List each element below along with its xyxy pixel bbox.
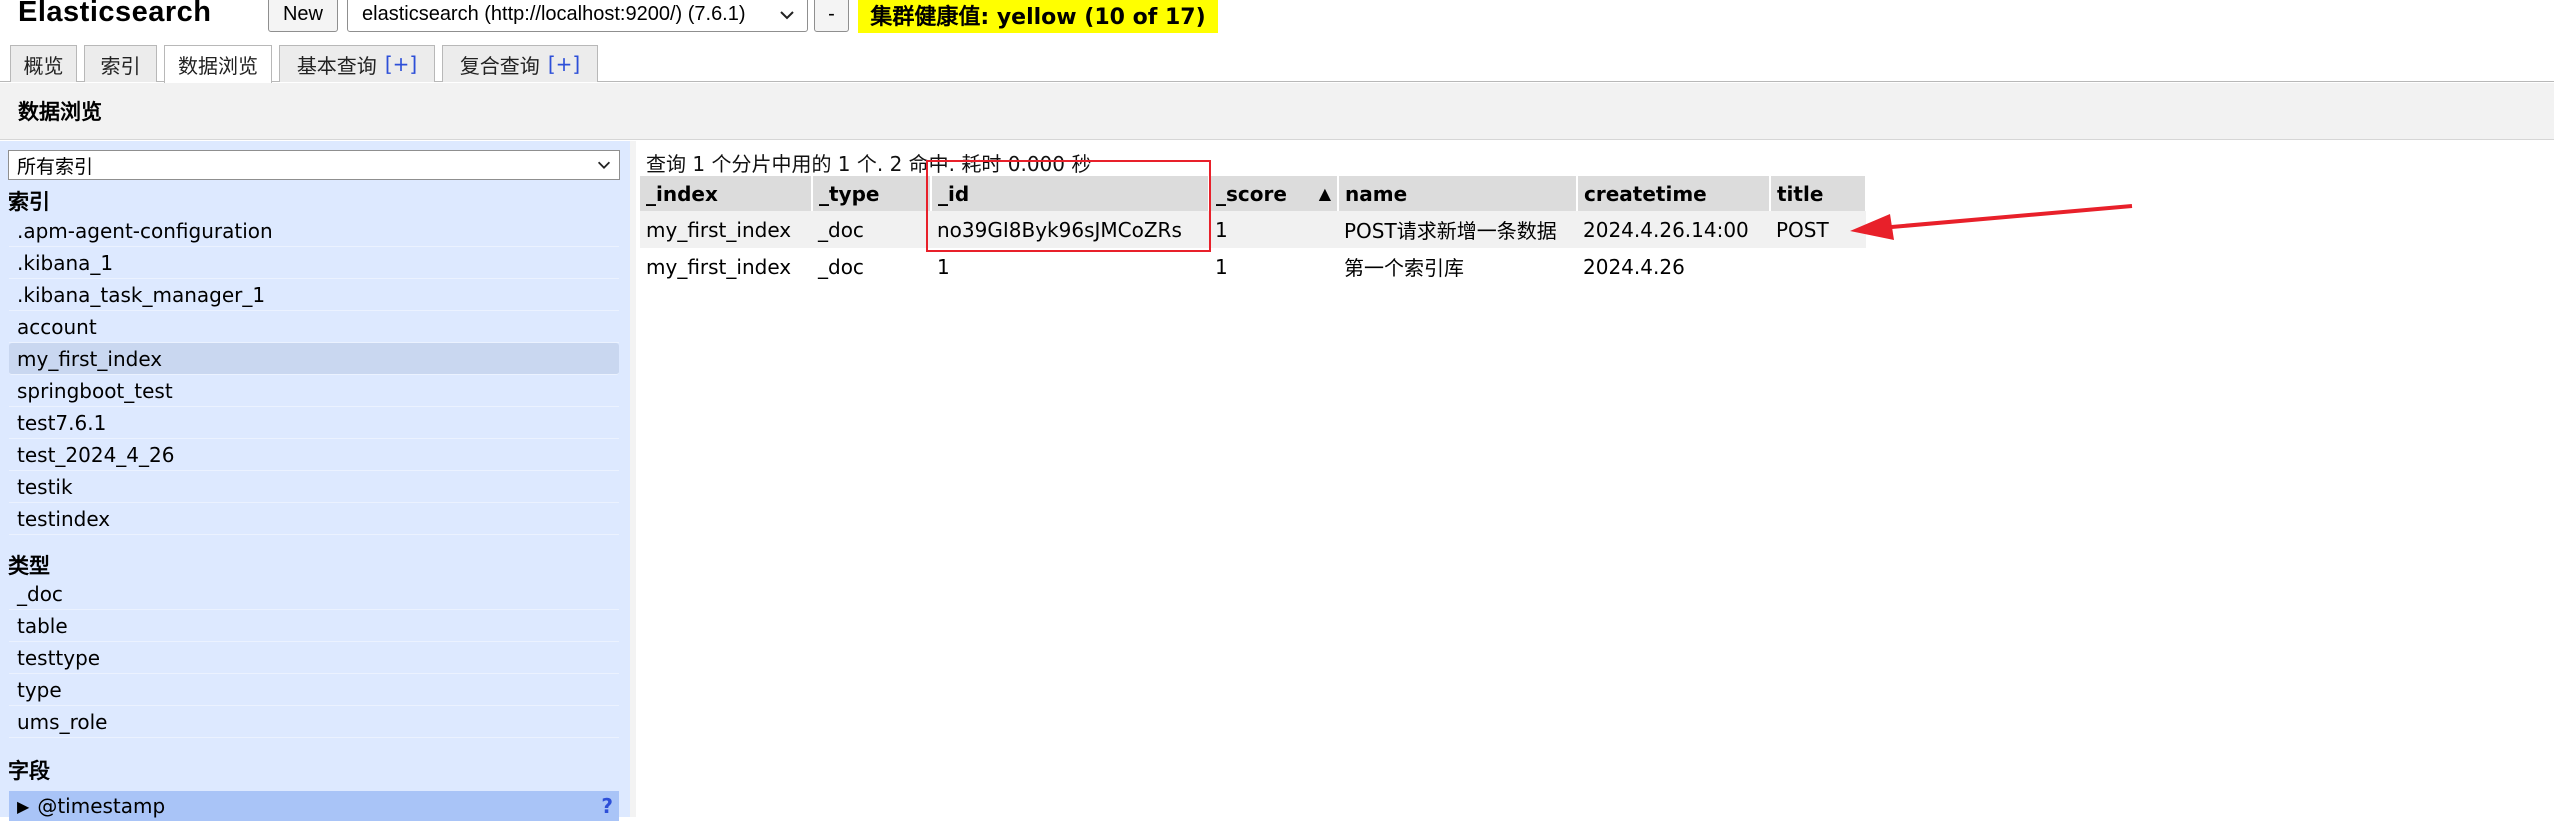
sort-ascending-icon: ▲ [1318,183,1331,203]
table-cell [1770,248,1866,285]
disconnect-button[interactable]: - [814,0,849,32]
app-title: Elasticsearch [18,0,212,28]
field-label: @timestamp [37,794,166,818]
tab-overview[interactable]: 概览 [10,45,77,82]
table-cell: 1 [1209,211,1338,248]
column-header-index[interactable]: _index [640,176,813,211]
table-cell: 2024.4.26 [1583,254,1685,279]
chevron-down-icon [780,11,794,20]
sidebar-item-index[interactable]: springboot_test [9,375,619,407]
table-cell: _doc [818,254,864,279]
table-cell: 1 [1215,254,1228,279]
tab-label: 复合查询 [459,53,540,78]
new-connection-button[interactable]: New [268,0,338,32]
indices-heading: 索引 [8,190,50,214]
sidebar-item-index[interactable]: test_2024_4_26 [9,439,619,471]
column-header-label: _score [1216,181,1287,206]
sidebar-item-type[interactable]: type [9,674,619,706]
tab-label: 基本查询 [296,53,377,78]
table-cell: 2024.4.26.14:00 [1577,211,1770,248]
annotation-arrow-icon [1850,204,2133,240]
tab-plus: [+] [547,52,581,76]
tab-label: 数据浏览 [178,54,258,78]
page-header: 数据浏览 [0,83,2554,140]
fields-heading: 字段 [8,759,50,783]
cluster-select-value: elasticsearch (http://localhost:9200/) (… [362,2,746,25]
tab-basic-query[interactable]: 基本查询 [+] [279,45,435,82]
sidebar-item-index[interactable]: .kibana_1 [9,247,619,279]
column-header-createtime[interactable]: createtime [1577,176,1771,211]
tab-data-browser[interactable]: 数据浏览 [164,45,272,83]
sidebar-item-index[interactable]: test7.6.1 [9,407,619,439]
sidebar-item-index[interactable]: testindex [9,503,619,535]
annotation-highlight-box [926,160,1211,252]
tab-plus: [+] [384,52,418,76]
table-cell: POST请求新增一条数据 [1338,211,1577,248]
table-cell: 第一个索引库 [1344,256,1464,280]
tab-label: 索引 [100,53,141,78]
index-select-value: 所有索引 [17,155,94,178]
expand-triangle-icon[interactable]: ▶ [17,797,29,816]
column-header-type[interactable]: _type [812,176,932,211]
table-cell: _doc [812,211,931,248]
tab-label: 概览 [23,53,64,78]
sidebar: 所有索引 索引 .apm-agent-configuration .kibana… [0,141,630,821]
tab-bar: 概览 索引 数据浏览 基本查询 [+] 复合查询 [+] [0,43,2554,83]
table-cell: 1 [937,254,950,279]
tab-indices[interactable]: 索引 [84,45,157,82]
table-cell: my_first_index [640,211,812,248]
column-header-score[interactable]: _score ▲ [1209,176,1339,211]
sidebar-item-index-selected[interactable]: my_first_index [9,343,619,375]
table-row[interactable]: my_first_index _doc 1 1 第一个索引库 2024.4.26 [640,248,1866,285]
sidebar-item-index[interactable]: .apm-agent-configuration [9,215,619,247]
sidebar-item-type[interactable]: table [9,610,619,642]
table-cell: my_first_index [646,254,792,279]
chevron-down-icon [597,161,611,169]
sidebar-item-type[interactable]: ums_role [9,706,619,738]
page-title: 数据浏览 [18,100,102,124]
results-table: _index _type _id _score ▲ name createtim… [640,176,1867,285]
sidebar-item-index[interactable]: .kibana_task_manager_1 [9,279,619,311]
table-header-row: _index _type _id _score ▲ name createtim… [640,176,1867,211]
tab-compound-query[interactable]: 复合查询 [+] [442,45,598,82]
help-icon[interactable]: ? [601,794,613,818]
cluster-select[interactable]: elasticsearch (http://localhost:9200/) (… [347,0,808,32]
column-header-name[interactable]: name [1338,176,1578,211]
sidebar-item-index[interactable]: testik [9,471,619,503]
sidebar-item-type[interactable]: _doc [9,578,619,610]
sidebar-item-index[interactable]: account [9,311,619,343]
sidebar-item-type[interactable]: testtype [9,642,619,674]
types-heading: 类型 [8,554,50,578]
index-select[interactable]: 所有索引 [8,150,620,180]
cluster-health-badge: 集群健康值: yellow (10 of 17) [858,0,1218,33]
sidebar-resize-handle[interactable] [630,141,636,817]
table-row[interactable]: my_first_index _doc no39GI8Byk96sJMCoZRs… [640,211,1866,248]
